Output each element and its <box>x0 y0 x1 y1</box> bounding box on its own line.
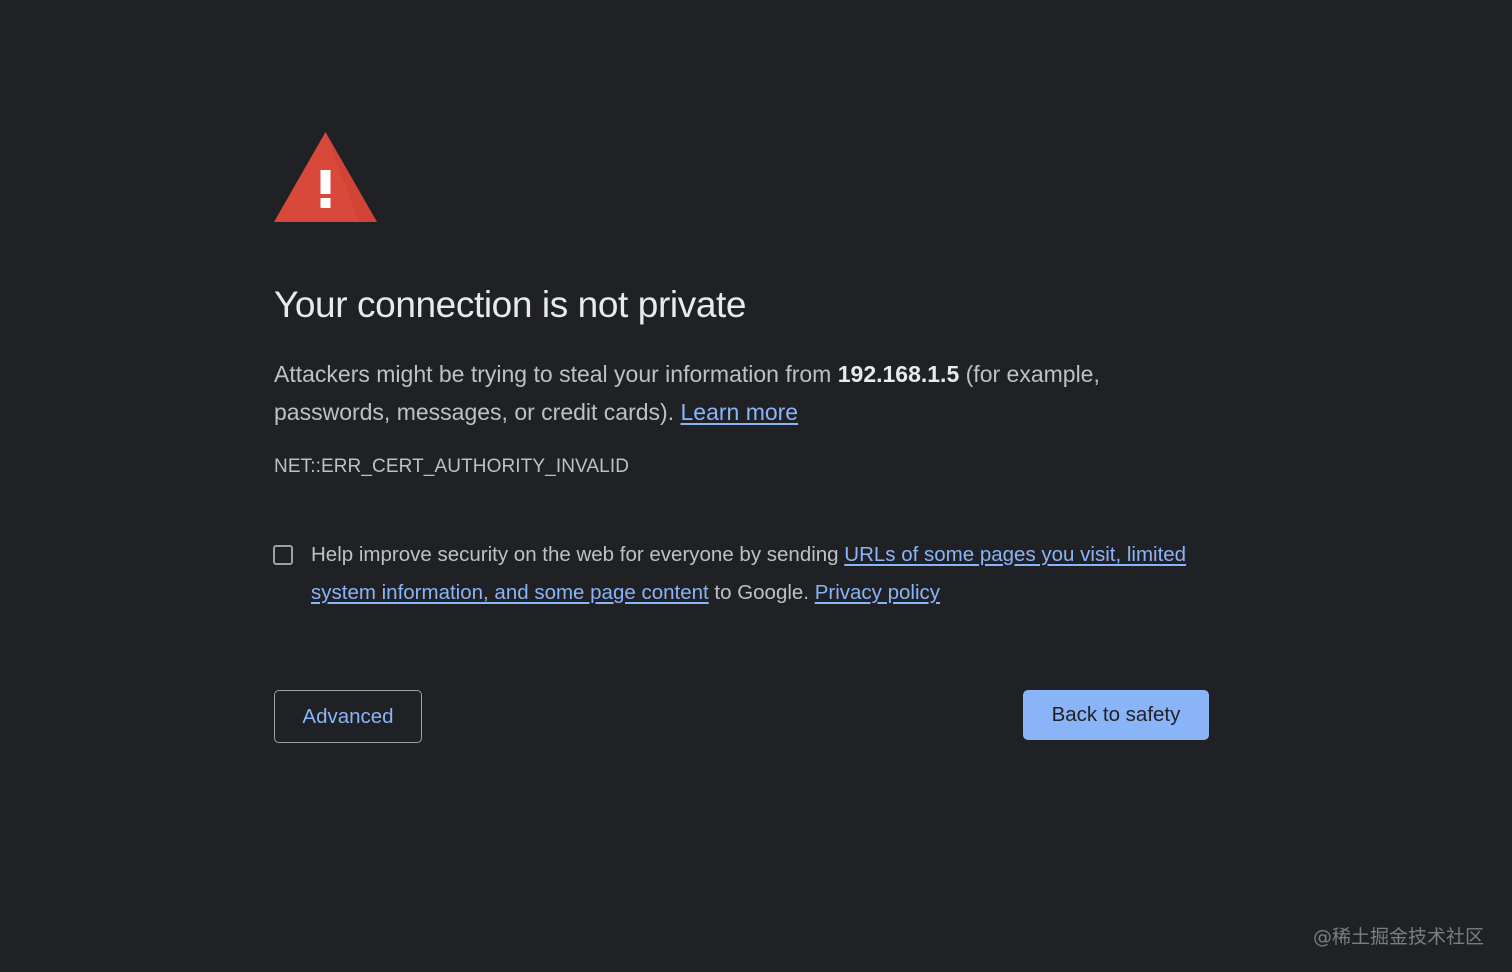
advanced-button[interactable]: Advanced <box>274 690 422 743</box>
security-optin-label: Help improve security on the web for eve… <box>311 536 1191 612</box>
explanation-prefix: Attackers might be trying to steal your … <box>274 361 838 387</box>
error-code: NET::ERR_CERT_AUTHORITY_INVALID <box>274 456 630 477</box>
optin-middle: to Google. <box>708 581 815 604</box>
security-optin-checkbox[interactable] <box>273 545 293 565</box>
host-address: 192.168.1.5 <box>837 361 960 387</box>
page-title: Your connection is not private <box>274 284 747 325</box>
back-to-safety-button[interactable]: Back to safety <box>1023 690 1209 740</box>
watermark-text: @稀土掘金技术社区 <box>1312 926 1484 948</box>
learn-more-link[interactable]: Learn more <box>680 399 798 425</box>
privacy-policy-link[interactable]: Privacy policy <box>815 581 940 604</box>
explanation-text: Attackers might be trying to steal your … <box>274 356 1194 431</box>
warning-triangle-icon <box>274 132 377 222</box>
optin-prefix: Help improve security on the web for eve… <box>311 543 845 566</box>
